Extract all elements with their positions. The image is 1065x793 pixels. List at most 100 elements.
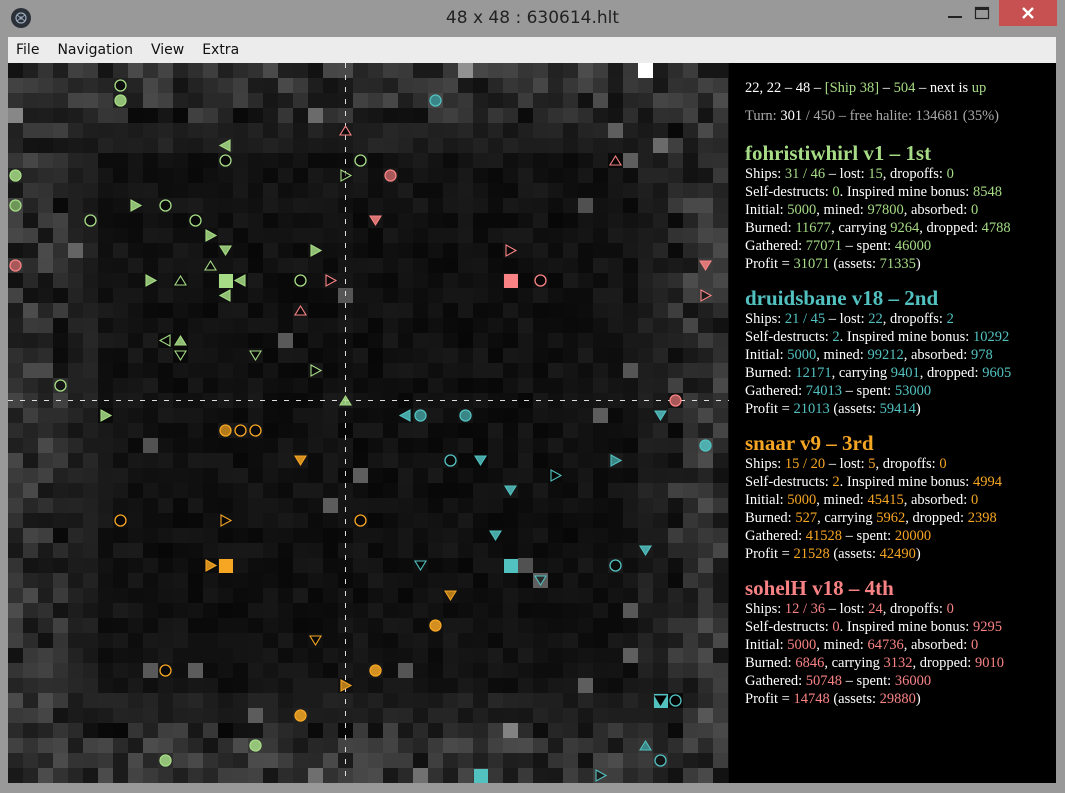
halite-cell[interactable] [458, 588, 473, 603]
halite-cell[interactable] [653, 303, 668, 318]
halite-cell[interactable] [383, 138, 398, 153]
halite-cell[interactable] [503, 78, 518, 93]
halite-cell[interactable] [293, 723, 308, 738]
halite-cell[interactable] [188, 738, 203, 753]
halite-cell[interactable] [653, 153, 668, 168]
halite-cell[interactable] [668, 753, 683, 768]
halite-cell[interactable] [113, 258, 128, 273]
halite-cell[interactable] [38, 183, 53, 198]
halite-cell[interactable] [173, 678, 188, 693]
halite-cell[interactable] [428, 588, 443, 603]
halite-cell[interactable] [278, 663, 293, 678]
halite-cell[interactable] [83, 378, 98, 393]
halite-cell[interactable] [53, 603, 68, 618]
halite-cell[interactable] [443, 303, 458, 318]
halite-cell[interactable] [263, 243, 278, 258]
halite-cell[interactable] [713, 378, 728, 393]
halite-cell[interactable] [353, 753, 368, 768]
halite-cell[interactable] [278, 288, 293, 303]
ship-icon[interactable] [354, 514, 367, 527]
halite-cell[interactable] [383, 483, 398, 498]
halite-cell[interactable] [263, 183, 278, 198]
halite-cell[interactable] [83, 483, 98, 498]
halite-cell[interactable] [368, 588, 383, 603]
halite-cell[interactable] [428, 543, 443, 558]
halite-cell[interactable] [218, 723, 233, 738]
halite-cell[interactable] [173, 408, 188, 423]
halite-cell[interactable] [578, 123, 593, 138]
halite-cell[interactable] [293, 378, 308, 393]
halite-cell[interactable] [473, 408, 488, 423]
halite-cell[interactable] [443, 468, 458, 483]
halite-cell[interactable] [713, 198, 728, 213]
halite-cell[interactable] [488, 708, 503, 723]
halite-cell[interactable] [458, 708, 473, 723]
halite-cell[interactable] [503, 213, 518, 228]
halite-cell[interactable] [98, 153, 113, 168]
halite-cell[interactable] [608, 528, 623, 543]
halite-cell[interactable] [563, 198, 578, 213]
halite-cell[interactable] [203, 168, 218, 183]
halite-cell[interactable] [428, 273, 443, 288]
halite-cell[interactable] [98, 558, 113, 573]
halite-cell[interactable] [188, 63, 203, 78]
halite-cell[interactable] [323, 153, 338, 168]
halite-cell[interactable] [173, 453, 188, 468]
ship-icon[interactable] [114, 514, 127, 527]
halite-cell[interactable] [548, 513, 563, 528]
halite-cell[interactable] [23, 483, 38, 498]
halite-cell[interactable] [638, 618, 653, 633]
halite-cell[interactable] [503, 603, 518, 618]
halite-cell[interactable] [23, 333, 38, 348]
halite-cell[interactable] [548, 213, 563, 228]
halite-cell[interactable] [503, 333, 518, 348]
halite-cell[interactable] [593, 558, 608, 573]
halite-cell[interactable] [8, 543, 23, 558]
halite-cell[interactable] [278, 258, 293, 273]
halite-cell[interactable] [278, 723, 293, 738]
halite-cell[interactable] [593, 123, 608, 138]
halite-cell[interactable] [368, 708, 383, 723]
halite-cell[interactable] [143, 228, 158, 243]
halite-cell[interactable] [23, 228, 38, 243]
halite-cell[interactable] [668, 603, 683, 618]
halite-cell[interactable] [458, 723, 473, 738]
halite-cell[interactable] [323, 228, 338, 243]
halite-cell[interactable] [593, 348, 608, 363]
halite-cell[interactable] [413, 648, 428, 663]
halite-cell[interactable] [623, 633, 638, 648]
halite-cell[interactable] [563, 603, 578, 618]
halite-cell[interactable] [248, 108, 263, 123]
halite-cell[interactable] [218, 213, 233, 228]
halite-cell[interactable] [68, 438, 83, 453]
halite-cell[interactable] [488, 678, 503, 693]
halite-cell[interactable] [488, 588, 503, 603]
halite-cell[interactable] [623, 243, 638, 258]
halite-cell[interactable] [203, 468, 218, 483]
halite-cell[interactable] [173, 243, 188, 258]
halite-cell[interactable] [308, 378, 323, 393]
halite-cell[interactable] [128, 303, 143, 318]
halite-cell[interactable] [488, 738, 503, 753]
halite-cell[interactable] [458, 123, 473, 138]
halite-cell[interactable] [278, 198, 293, 213]
halite-cell[interactable] [23, 78, 38, 93]
halite-cell[interactable] [83, 138, 98, 153]
halite-cell[interactable] [248, 408, 263, 423]
halite-cell[interactable] [233, 663, 248, 678]
halite-cell[interactable] [68, 693, 83, 708]
halite-cell[interactable] [98, 723, 113, 738]
halite-cell[interactable] [188, 528, 203, 543]
halite-cell[interactable] [308, 108, 323, 123]
halite-cell[interactable] [548, 588, 563, 603]
halite-cell[interactable] [173, 633, 188, 648]
halite-cell[interactable] [248, 438, 263, 453]
halite-cell[interactable] [308, 408, 323, 423]
halite-cell[interactable] [53, 303, 68, 318]
halite-cell[interactable] [263, 753, 278, 768]
halite-cell[interactable] [263, 438, 278, 453]
halite-cell[interactable] [128, 93, 143, 108]
halite-cell[interactable] [188, 618, 203, 633]
halite-cell[interactable] [308, 453, 323, 468]
halite-cell[interactable] [158, 468, 173, 483]
